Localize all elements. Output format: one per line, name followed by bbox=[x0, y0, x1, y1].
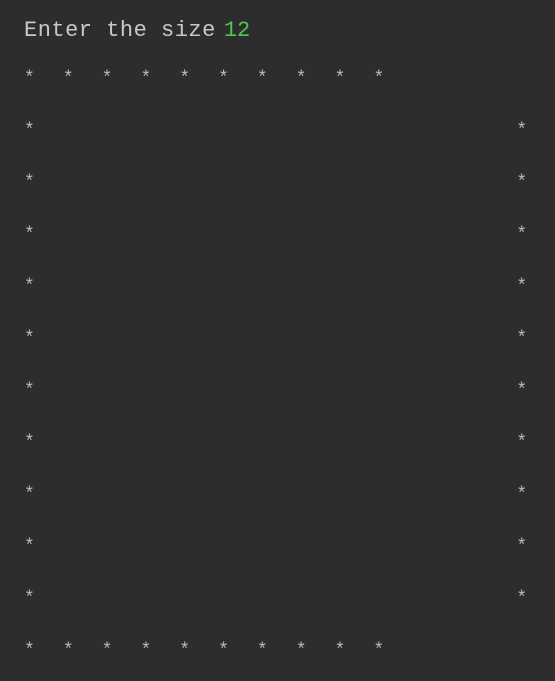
star: * bbox=[373, 642, 384, 660]
star: * bbox=[218, 70, 229, 88]
star-right: * bbox=[516, 278, 527, 296]
star-left: * bbox=[24, 538, 35, 556]
star: * bbox=[140, 70, 151, 88]
middle-star-row-5: * * bbox=[24, 313, 531, 365]
star: * bbox=[335, 642, 346, 660]
star-left: * bbox=[24, 174, 35, 192]
star-right: * bbox=[516, 174, 527, 192]
star: * bbox=[179, 642, 190, 660]
star: * bbox=[179, 70, 190, 88]
header-label: Enter the size bbox=[24, 18, 216, 43]
star-left: * bbox=[24, 382, 35, 400]
star-left: * bbox=[24, 330, 35, 348]
star: * bbox=[63, 642, 74, 660]
app-container: Enter the size 12 * * * * * * * * * * * … bbox=[0, 0, 555, 681]
middle-star-row-10: * * bbox=[24, 573, 531, 625]
star-left: * bbox=[24, 434, 35, 452]
star-right: * bbox=[516, 330, 527, 348]
star: * bbox=[296, 642, 307, 660]
middle-star-row-8: * * bbox=[24, 469, 531, 521]
star-right: * bbox=[516, 122, 527, 140]
star-left: * bbox=[24, 278, 35, 296]
middle-star-row-9: * * bbox=[24, 521, 531, 573]
star: * bbox=[63, 70, 74, 88]
middle-star-row-7: * * bbox=[24, 417, 531, 469]
star-right: * bbox=[516, 538, 527, 556]
star: * bbox=[296, 70, 307, 88]
top-star-row: * * * * * * * * * * bbox=[24, 53, 531, 105]
star-grid: * * * * * * * * * * * * * * * * * * bbox=[24, 53, 531, 677]
middle-star-row-3: * * bbox=[24, 209, 531, 261]
star-left: * bbox=[24, 590, 35, 608]
star-right: * bbox=[516, 226, 527, 244]
star: * bbox=[373, 70, 384, 88]
star: * bbox=[140, 642, 151, 660]
middle-star-row-4: * * bbox=[24, 261, 531, 313]
star: * bbox=[218, 642, 229, 660]
middle-star-row-2: * * bbox=[24, 157, 531, 209]
star: * bbox=[24, 70, 35, 88]
star-left: * bbox=[24, 486, 35, 504]
star-right: * bbox=[516, 590, 527, 608]
bottom-star-row: * * * * * * * * * * bbox=[24, 625, 531, 677]
middle-star-row-1: * * bbox=[24, 105, 531, 157]
header-line: Enter the size 12 bbox=[24, 18, 531, 43]
star-right: * bbox=[516, 434, 527, 452]
star-right: * bbox=[516, 486, 527, 504]
star-left: * bbox=[24, 122, 35, 140]
star-left: * bbox=[24, 226, 35, 244]
star: * bbox=[257, 70, 268, 88]
star: * bbox=[102, 70, 113, 88]
star: * bbox=[102, 642, 113, 660]
star: * bbox=[24, 642, 35, 660]
star-right: * bbox=[516, 382, 527, 400]
middle-star-row-6: * * bbox=[24, 365, 531, 417]
star: * bbox=[335, 70, 346, 88]
size-value: 12 bbox=[224, 18, 250, 43]
star: * bbox=[257, 642, 268, 660]
